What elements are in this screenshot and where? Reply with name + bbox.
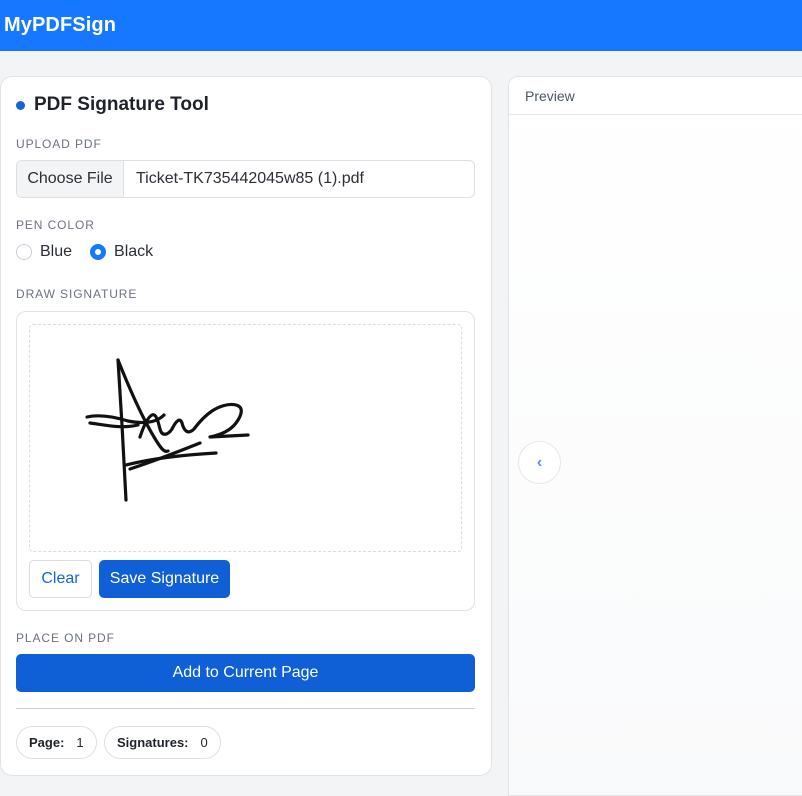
pen-color-blue-option[interactable]: Blue (16, 243, 72, 261)
selected-file-name: Ticket-TK735442045w85 (1).pdf (136, 170, 364, 187)
divider (16, 708, 475, 709)
chevron-left-icon: ‹ (536, 453, 543, 471)
signatures-value: 0 (200, 735, 208, 750)
signatures-count: Signatures: 0 (104, 726, 221, 759)
pen-color-blue-radio[interactable] (16, 244, 32, 260)
signature-card: Clear Save Signature (16, 311, 475, 611)
save-signature-button[interactable]: Save Signature (99, 560, 230, 598)
brand-logo[interactable]: MyPDFSign (4, 14, 116, 37)
signatures-key: Signatures: (117, 735, 189, 750)
panel-title: PDF Signature Tool (34, 94, 209, 115)
signature-drawing (85, 358, 250, 502)
choose-file-button[interactable]: Choose File (17, 161, 124, 197)
panel-title-row: PDF Signature Tool (16, 94, 209, 116)
pen-color-black-option[interactable]: Black (90, 243, 153, 261)
preview-panel: Preview ‹ (508, 76, 802, 796)
draw-signature-label: DRAW SIGNATURE (16, 287, 138, 301)
preview-header: Preview (509, 77, 802, 115)
pdf-file-input[interactable]: Choose File Ticket-TK735442045w85 (1).pd… (16, 160, 475, 198)
add-to-current-page-button[interactable]: Add to Current Page (16, 654, 475, 692)
page-indicator: Page: 1 (16, 726, 97, 759)
page-key: Page: (29, 735, 65, 750)
upload-pdf-label: UPLOAD PDF (16, 137, 102, 151)
pen-color-label: PEN COLOR (16, 218, 95, 232)
page-value: 1 (76, 735, 84, 750)
top-bar: MyPDFSign (0, 0, 802, 51)
clear-button[interactable]: Clear (29, 560, 92, 598)
signature-canvas[interactable] (29, 324, 462, 552)
previous-page-button[interactable]: ‹ (518, 441, 561, 484)
pen-color-options: Blue Black (16, 243, 171, 261)
pen-color-black-label: Black (114, 243, 154, 260)
dot-icon (16, 100, 25, 110)
pen-color-black-radio[interactable] (90, 244, 107, 260)
place-on-pdf-label: PLACE ON PDF (16, 631, 115, 645)
pen-color-blue-label: Blue (40, 243, 73, 260)
